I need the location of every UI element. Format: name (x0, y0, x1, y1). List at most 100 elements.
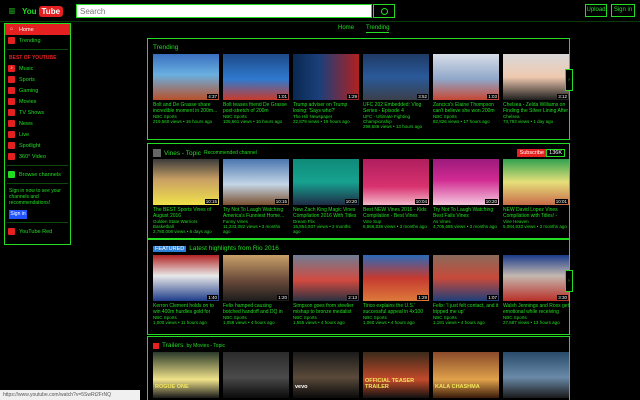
shelf-title[interactable]: Trending (153, 44, 178, 51)
video-thumbnail[interactable]: 1:03 (433, 54, 499, 100)
video-card[interactable]: vevo (293, 352, 359, 398)
video-card[interactable]: 10:04 Best NEW Vines 2016 - Kids Compila… (363, 159, 429, 234)
video-card[interactable]: 1:29 Tirico explains the U.S.' successfu… (363, 255, 429, 325)
video-title[interactable]: Bolt and De Grasse share incredible mome… (153, 102, 219, 114)
video-card[interactable]: 1:03 Zancics's Elaine Thompson can't bel… (433, 54, 499, 129)
shelf-next-arrow-icon[interactable]: › (565, 69, 573, 91)
video-thumbnail[interactable]: OFFICIAL TEASER TRAILER (363, 352, 429, 398)
video-card[interactable]: 1:07 Felix: 'I just felt contact, and it… (433, 255, 499, 325)
guide-item-music[interactable]: ♪ Music (5, 63, 70, 74)
youtube-logo[interactable]: You Tube (22, 4, 64, 18)
guide-item-news[interactable]: News (5, 118, 70, 129)
video-title[interactable]: Kerron Clement holds on to win 400m hurd… (153, 303, 219, 315)
video-thumbnail[interactable]: 1:29 (293, 54, 359, 100)
video-card[interactable]: OFFICIAL TEASER TRAILER (363, 352, 429, 398)
video-thumbnail[interactable]: 3:52 (363, 54, 429, 100)
video-thumbnail[interactable]: 1:07 (433, 255, 499, 301)
guide-item-browse-channels[interactable]: Browse channels (5, 169, 70, 180)
shelf-header: FEATURED Latest highlights from Rio 2016 (153, 245, 279, 252)
video-card[interactable]: 10:15 Try Not To Laugh Watching America'… (223, 159, 289, 234)
guide-item-360-video[interactable]: 360° Video (5, 151, 70, 162)
video-title[interactable]: New Zach King Magic Vines Compilation 20… (293, 207, 359, 219)
video-thumbnail[interactable]: KALA CHASHMA (433, 352, 499, 398)
video-title[interactable]: Simpson goes from steelier mishap to bro… (293, 303, 359, 315)
video-title[interactable]: Try Not To Laugh Watching Best Fails Vin… (433, 207, 499, 219)
video-card[interactable]: 1:20 Felix hamped causing botched handof… (223, 255, 289, 325)
video-card[interactable]: 10:20 Try Not To Laugh Watching Best Fai… (433, 159, 499, 234)
guide-item-youtube-red[interactable]: YouTube Red (5, 226, 70, 237)
guide-sign-in-button[interactable]: Sign in (9, 210, 27, 219)
video-thumbnail[interactable]: 10:15 (153, 159, 219, 205)
guide-item-sports[interactable]: Sports (5, 74, 70, 85)
video-card[interactable]: 1:29 Trump adviser on Trump losing: 'Say… (293, 54, 359, 129)
menu-icon[interactable]: ≡ (5, 4, 19, 18)
video-thumbnail[interactable]: 2:13 (293, 255, 359, 301)
video-card[interactable]: 1:01 Bolt teases friend De Grasse post-s… (223, 54, 289, 129)
video-card[interactable]: 4:37 Bolt and De Grasse share incredible… (153, 54, 219, 129)
video-thumbnail[interactable]: 10:20 (433, 159, 499, 205)
video-thumbnail[interactable]: ROGUE ONE (153, 352, 219, 398)
video-thumbnail[interactable]: 3:12 (503, 54, 569, 100)
video-title[interactable]: Chelsea - Zelda Williams on Finding the … (503, 102, 569, 114)
channel-name[interactable]: UFC - Ultimate Fighting Championship (363, 114, 429, 124)
video-card[interactable]: 2:13 Simpson goes from steelier mishap t… (293, 255, 359, 325)
shelf-title[interactable]: Trailers (162, 342, 183, 349)
guide-item-movies[interactable]: Movies (5, 96, 70, 107)
video-title[interactable]: Walsh Jennings and Ross get emotional wh… (503, 303, 569, 315)
video-card[interactable] (223, 352, 289, 398)
music-icon: ♪ (8, 65, 15, 72)
video-title[interactable]: The BEST Sports Vines of August 2016 (153, 207, 219, 219)
video-thumbnail[interactable]: 1:01 (223, 54, 289, 100)
video-thumbnail[interactable]: 4:37 (153, 54, 219, 100)
video-thumbnail[interactable]: vevo (293, 352, 359, 398)
video-thumbnail[interactable]: 10:04 (363, 159, 429, 205)
channel-name[interactable]: Golden State Warriors Basketball (153, 219, 219, 229)
guide-item-live[interactable]: Live (5, 129, 70, 140)
video-thumbnail[interactable] (223, 352, 289, 398)
video-thumbnail[interactable]: 1:29 (363, 255, 429, 301)
video-card[interactable]: 3:30 Walsh Jennings and Ross get emotion… (503, 255, 569, 325)
video-title[interactable]: Best NEW Vines 2016 - Kids Compilation -… (363, 207, 429, 219)
video-card[interactable]: 10:15 The BEST Sports Vines of August 20… (153, 159, 219, 234)
video-card[interactable]: 10:20 New Zach King Magic Vines Compilat… (293, 159, 359, 234)
guide-item-home[interactable]: ⌂ Home (5, 24, 70, 35)
video-title[interactable]: Felix hamped causing botched handoff and… (223, 303, 289, 315)
shelf-title[interactable]: Vines - Topic (164, 150, 201, 157)
video-card[interactable]: KALA CHASHMA (433, 352, 499, 398)
video-card[interactable]: 10:01 NEW David Lopez Vines Compilation … (503, 159, 569, 234)
sign-in-button[interactable]: Sign in (611, 4, 635, 17)
shelf-title[interactable]: Latest highlights from Rio 2016 (189, 245, 279, 252)
video-title[interactable]: Bolt teases friend De Grasse post-stretc… (223, 102, 289, 114)
guide-item-trending[interactable]: Trending (5, 35, 70, 46)
video-title[interactable]: NEW David Lopez Vines Compilation with T… (503, 207, 569, 219)
video-card[interactable]: 1:40 Kerron Clement holds on to win 400m… (153, 255, 219, 325)
video-thumbnail[interactable]: 10:20 (293, 159, 359, 205)
video-card[interactable]: 3:52 UFC 202 Embedded: Vlog Series - Epi… (363, 54, 429, 129)
video-title[interactable]: UFC 202 Embedded: Vlog Series - Episode … (363, 102, 429, 114)
search-input[interactable]: Search (76, 4, 372, 18)
video-thumbnail[interactable]: 1:20 (223, 255, 289, 301)
video-thumbnail[interactable]: 10:01 (503, 159, 569, 205)
video-thumbnail[interactable]: 10:15 (223, 159, 289, 205)
video-thumbnail[interactable]: 3:30 (503, 255, 569, 301)
video-card[interactable]: 3:12 Chelsea - Zelda Williams on Finding… (503, 54, 569, 129)
video-title[interactable]: Tirico explains the U.S.' successful app… (363, 303, 429, 315)
search-icon[interactable] (373, 4, 395, 18)
subscribe-button[interactable]: Subscribe (516, 149, 547, 157)
tab-trending[interactable]: Trending (366, 24, 390, 33)
video-thumbnail[interactable] (503, 352, 569, 398)
guide-item-gaming[interactable]: Gaming (5, 85, 70, 96)
video-title[interactable]: Zancics's Elaine Thompson can't believe … (433, 102, 499, 114)
video-card[interactable]: ROGUE ONE (153, 352, 219, 398)
channel-avatar[interactable] (153, 149, 161, 157)
upload-button[interactable]: Upload (585, 4, 607, 17)
guide-item-tv-shows[interactable]: TV Shows (5, 107, 70, 118)
tab-home[interactable]: Home (338, 24, 354, 33)
video-thumbnail[interactable]: 1:40 (153, 255, 219, 301)
video-card[interactable] (503, 352, 569, 398)
shelf-next-arrow-icon[interactable]: › (565, 270, 573, 292)
video-title[interactable]: Try Not To Laugh Watching America's Funn… (223, 207, 289, 219)
video-title[interactable]: Trump adviser on Trump losing: 'Says who… (293, 102, 359, 114)
guide-item-spotlight[interactable]: Spotlight (5, 140, 70, 151)
video-title[interactable]: Felix: 'I just felt contact, and it trip… (433, 303, 499, 315)
